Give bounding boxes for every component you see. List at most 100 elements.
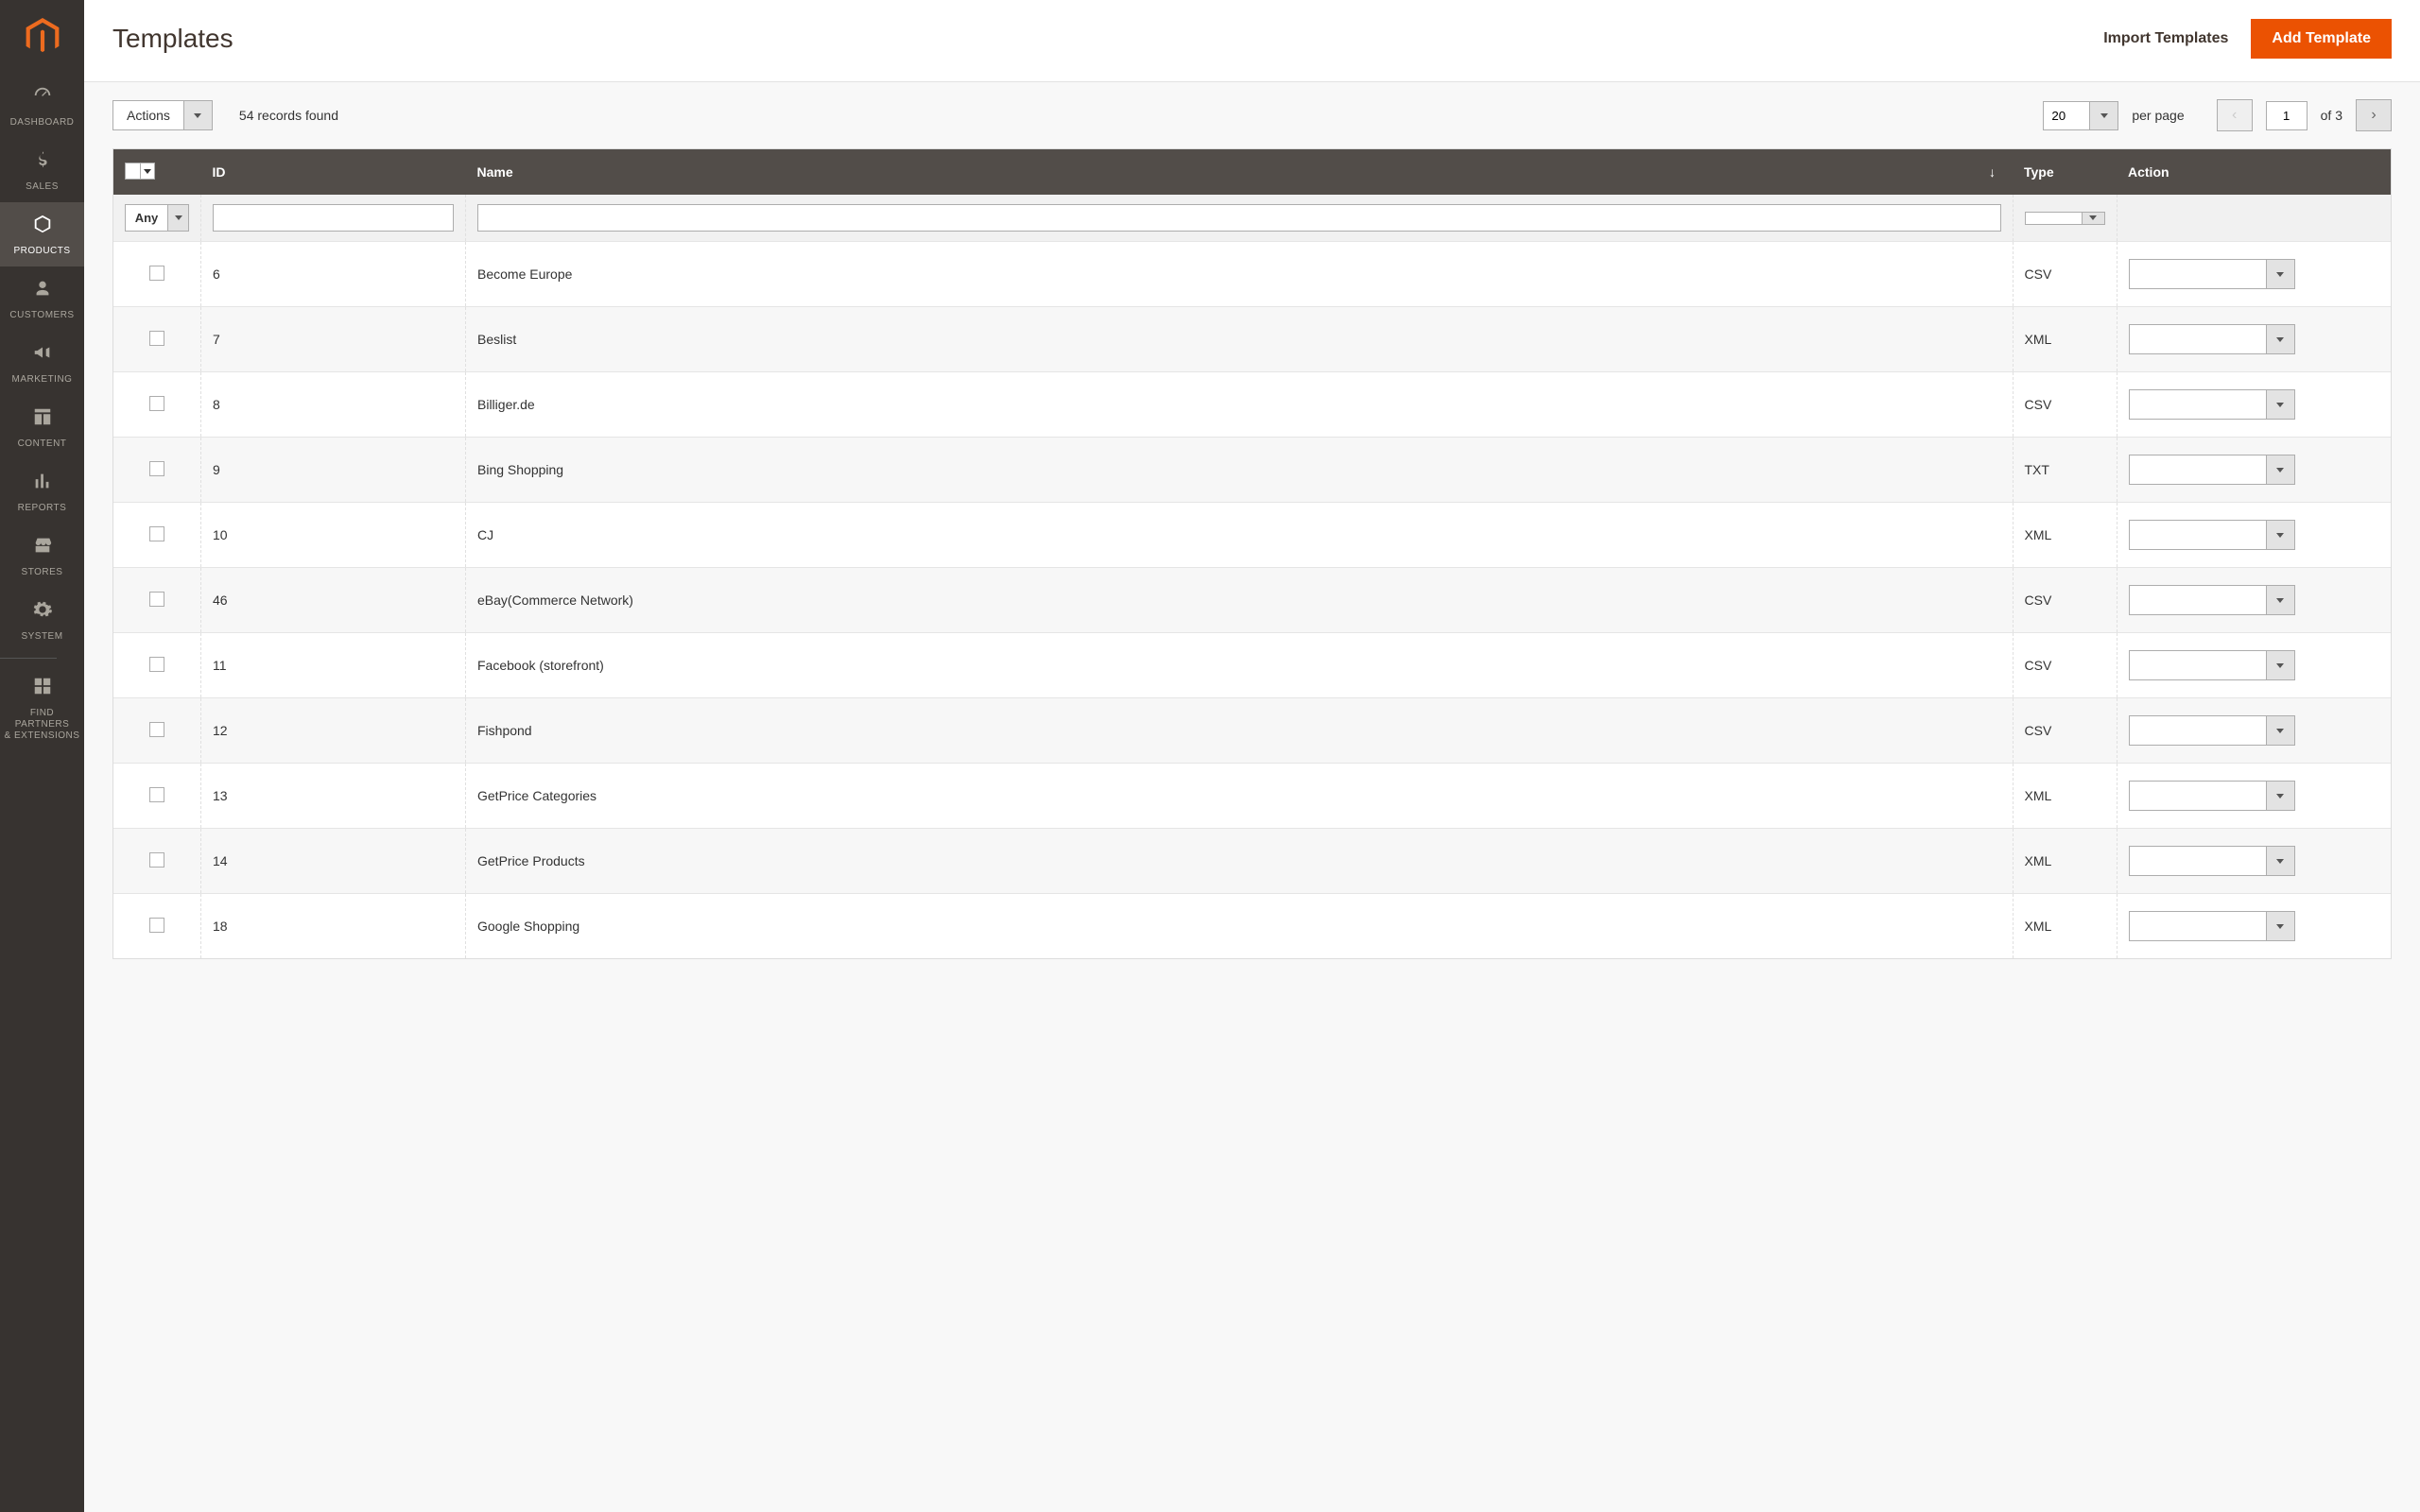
chevron-down-icon[interactable]	[2090, 101, 2118, 130]
sidebar-item-sales[interactable]: SALES	[0, 138, 84, 202]
row-checkbox[interactable]	[149, 592, 164, 607]
chevron-down-icon[interactable]	[2267, 259, 2295, 289]
sidebar-item-stores[interactable]: STORES	[0, 524, 84, 588]
table-row[interactable]: 46eBay(Commerce Network)CSV	[113, 568, 2391, 633]
chevron-down-icon[interactable]	[2267, 520, 2295, 550]
chevron-down-icon[interactable]	[2267, 324, 2295, 354]
chevron-down-icon[interactable]	[2267, 715, 2295, 746]
filter-id-input[interactable]	[213, 204, 454, 232]
row-action-dropdown[interactable]	[2129, 259, 2295, 289]
row-action-dropdown[interactable]	[2129, 846, 2295, 876]
cell-name: CJ	[466, 503, 2014, 568]
chevron-down-icon[interactable]	[2267, 455, 2295, 485]
filter-type-dropdown[interactable]	[2025, 212, 2105, 225]
current-page-input[interactable]	[2266, 101, 2308, 130]
row-action-dropdown[interactable]	[2129, 715, 2295, 746]
cell-type: CSV	[2013, 633, 2117, 698]
table-row[interactable]: 7BeslistXML	[113, 307, 2391, 372]
next-page-button[interactable]: ›	[2356, 99, 2392, 131]
row-checkbox[interactable]	[149, 657, 164, 672]
mass-actions-label: Actions	[112, 100, 184, 130]
magento-logo[interactable]	[0, 0, 84, 74]
cell-name: eBay(Commerce Network)	[466, 568, 2014, 633]
cell-type: CSV	[2013, 242, 2117, 307]
table-row[interactable]: 8Billiger.deCSV	[113, 372, 2391, 438]
cell-name: Bing Shopping	[466, 438, 2014, 503]
chevron-down-icon[interactable]	[2267, 846, 2295, 876]
column-header-name[interactable]: Name ↓	[466, 149, 2014, 195]
sidebar-item-label: DASHBOARD	[10, 117, 75, 129]
sidebar-item-dashboard[interactable]: DASHBOARD	[0, 74, 84, 138]
row-action-dropdown[interactable]	[2129, 650, 2295, 680]
table-row[interactable]: 18Google ShoppingXML	[113, 894, 2391, 959]
bars-icon	[32, 471, 53, 497]
chevron-down-icon[interactable]	[2267, 781, 2295, 811]
row-action-dropdown[interactable]	[2129, 520, 2295, 550]
table-row[interactable]: 6Become EuropeCSV	[113, 242, 2391, 307]
prev-page-button[interactable]: ‹	[2217, 99, 2253, 131]
chevron-down-icon[interactable]	[184, 100, 213, 130]
page-size-select[interactable]	[2043, 101, 2118, 130]
row-checkbox[interactable]	[149, 461, 164, 476]
cell-name: Billiger.de	[466, 372, 2014, 438]
row-action-dropdown[interactable]	[2129, 585, 2295, 615]
chevron-down-icon[interactable]	[2267, 585, 2295, 615]
sidebar-item-label: PRODUCTS	[13, 246, 70, 257]
cell-id: 12	[201, 698, 466, 764]
sidebar-item-products[interactable]: PRODUCTS	[0, 202, 84, 266]
row-action-dropdown[interactable]	[2129, 911, 2295, 941]
of-pages-label: of 3	[2321, 108, 2342, 123]
main-content: Templates Import Templates Add Template …	[84, 0, 2420, 1512]
column-header-id[interactable]: ID	[201, 149, 466, 195]
sidebar-item-system[interactable]: SYSTEM	[0, 588, 84, 652]
select-all-checkbox[interactable]	[126, 163, 141, 179]
mass-actions-dropdown[interactable]: Actions	[112, 100, 213, 130]
sidebar-item-label: SYSTEM	[21, 631, 62, 643]
row-checkbox[interactable]	[149, 526, 164, 541]
sidebar-item-marketing[interactable]: MARKETING	[0, 331, 84, 395]
cell-type: XML	[2013, 503, 2117, 568]
filter-name-input[interactable]	[477, 204, 2001, 232]
sidebar-item-find[interactable]: FIND PARTNERS& EXTENSIONS	[0, 664, 84, 751]
column-header-checkbox[interactable]	[113, 149, 201, 195]
sidebar-item-reports[interactable]: REPORTS	[0, 459, 84, 524]
table-row[interactable]: 14GetPrice ProductsXML	[113, 829, 2391, 894]
row-action-dropdown[interactable]	[2129, 455, 2295, 485]
cell-type: XML	[2013, 829, 2117, 894]
row-checkbox[interactable]	[149, 787, 164, 802]
sidebar-item-content[interactable]: CONTENT	[0, 395, 84, 459]
add-template-button[interactable]: Add Template	[2251, 19, 2392, 59]
row-action-dropdown[interactable]	[2129, 781, 2295, 811]
chevron-down-icon[interactable]	[2083, 212, 2105, 225]
import-templates-link[interactable]: Import Templates	[2103, 30, 2228, 47]
row-checkbox[interactable]	[149, 396, 164, 411]
row-action-dropdown[interactable]	[2129, 324, 2295, 354]
cell-id: 7	[201, 307, 466, 372]
row-checkbox[interactable]	[149, 918, 164, 933]
cell-id: 46	[201, 568, 466, 633]
filter-any-dropdown[interactable]: Any	[125, 204, 189, 232]
cell-type: CSV	[2013, 698, 2117, 764]
table-row[interactable]: 11Facebook (storefront)CSV	[113, 633, 2391, 698]
chevron-down-icon[interactable]	[2267, 389, 2295, 420]
sidebar-item-customers[interactable]: CUSTOMERS	[0, 266, 84, 331]
row-checkbox[interactable]	[149, 852, 164, 868]
chevron-down-icon[interactable]	[168, 204, 189, 232]
table-row[interactable]: 10CJXML	[113, 503, 2391, 568]
header-actions: Import Templates Add Template	[2103, 19, 2392, 59]
row-checkbox[interactable]	[149, 722, 164, 737]
table-row[interactable]: 9Bing ShoppingTXT	[113, 438, 2391, 503]
table-row[interactable]: 13GetPrice CategoriesXML	[113, 764, 2391, 829]
row-checkbox[interactable]	[149, 331, 164, 346]
cell-type: XML	[2013, 894, 2117, 959]
row-action-dropdown[interactable]	[2129, 389, 2295, 420]
chevron-down-icon[interactable]	[141, 163, 154, 179]
chevron-down-icon[interactable]	[2267, 911, 2295, 941]
table-row[interactable]: 12FishpondCSV	[113, 698, 2391, 764]
layout-icon	[32, 406, 53, 433]
column-header-type[interactable]: Type	[2013, 149, 2117, 195]
chevron-down-icon[interactable]	[2267, 650, 2295, 680]
page-size-input[interactable]	[2043, 101, 2090, 130]
cell-type: CSV	[2013, 372, 2117, 438]
row-checkbox[interactable]	[149, 266, 164, 281]
